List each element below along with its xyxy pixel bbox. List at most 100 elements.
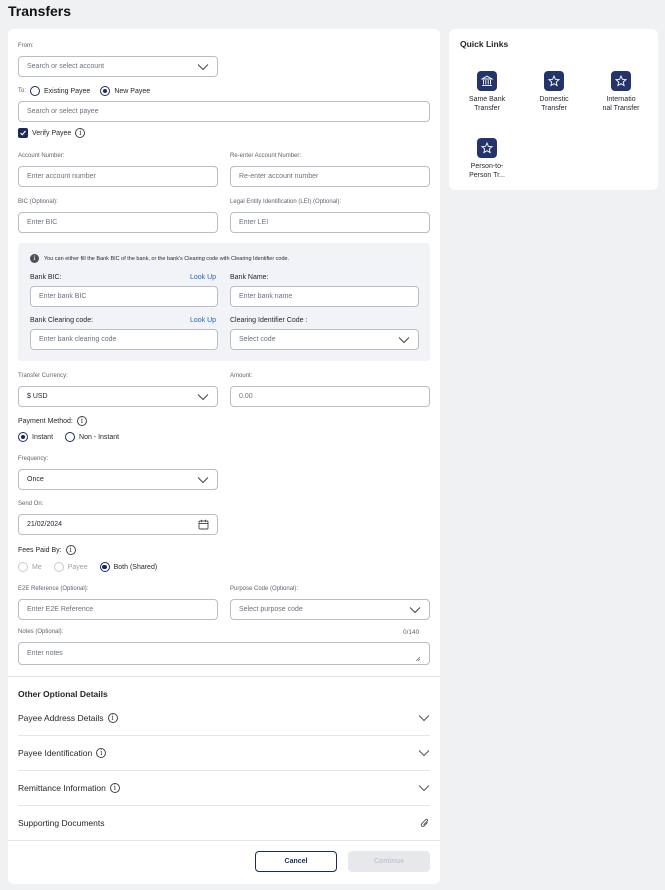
quick-link-label: Same Bank (468, 96, 506, 103)
fee-both-label: Both (Shared) (113, 563, 158, 571)
divider (8, 840, 440, 841)
e2e-label: E2E Reference (Optional): (18, 586, 89, 592)
fee-me-radio[interactable] (18, 562, 28, 572)
existing-payee-radio[interactable] (30, 86, 41, 96)
lei-label: Legal Entity Identification (LEI) (Optio… (230, 199, 342, 205)
to-label: To: (18, 88, 27, 94)
chevron-down-icon (197, 393, 209, 400)
info-icon[interactable]: i (109, 783, 120, 793)
instant-label: Instant (32, 433, 54, 441)
currency-select[interactable]: $ USD (18, 386, 218, 407)
info-icon[interactable]: i (107, 712, 118, 723)
instant-radio[interactable] (18, 432, 28, 442)
reenter-account-input[interactable]: Re-enter account number (230, 166, 430, 187)
verify-payee-row: Verify Payee i (18, 128, 86, 138)
info-icon[interactable]: i (96, 748, 107, 758)
quick-link-label: Person-to- (470, 163, 504, 170)
chevron-down-icon (197, 476, 209, 483)
payee-identification-label: Payee Identification (18, 748, 93, 758)
checkbox-icon (20, 130, 26, 136)
remittance-section[interactable]: Remittance Information i (18, 770, 430, 805)
clearing-code-input[interactable]: Enter bank clearing code (30, 329, 218, 350)
fee-me-label: Me (32, 563, 42, 571)
lei-input[interactable]: Enter LEI (230, 212, 430, 233)
payee-search-input[interactable]: Search or select payee (18, 101, 430, 122)
divider (8, 676, 440, 677)
fee-payee-radio[interactable] (53, 562, 64, 572)
fees-group: Me Payee Both (Shared) (18, 562, 157, 572)
send-on-value: 21/02/2024 (27, 521, 63, 528)
star-icon (611, 71, 631, 91)
info-icon[interactable]: i (76, 416, 87, 426)
bank-bic-placeholder: Enter bank BIC (39, 293, 87, 300)
bank-name-label: Bank Name: (230, 274, 269, 281)
account-number-label: Account Number: (18, 153, 65, 159)
clearing-code-placeholder: Enter bank clearing code (39, 336, 117, 343)
info-icon[interactable]: i (65, 545, 76, 555)
bank-bic-lookup-link[interactable]: Look Up (190, 274, 216, 281)
star-icon (477, 138, 497, 158)
payee-address-label: Payee Address Details (18, 712, 104, 723)
quick-link-label: nal Transfer (602, 105, 640, 112)
payee-address-section[interactable]: Payee Address Details i (18, 700, 430, 735)
quick-link-label: Domestic (539, 96, 569, 103)
quick-link-label: Person Tr... (469, 172, 505, 179)
quick-link-same-bank[interactable]: Same Bank Transfer (459, 71, 515, 113)
resize-handle-icon[interactable] (415, 656, 421, 662)
e2e-input[interactable]: Enter E2E Reference (18, 599, 218, 620)
fee-both-radio[interactable] (99, 562, 110, 572)
payment-method-label-row: Payment Method: i (18, 416, 87, 426)
bank-info-text: You can either fill the Bank BIC of the … (44, 255, 290, 262)
supporting-documents-label: Supporting Documents (18, 818, 105, 828)
bank-bic-label: Bank BIC: (30, 274, 62, 281)
amount-placeholder: 0.00 (239, 393, 253, 400)
from-account-select[interactable]: Search or select account (18, 56, 218, 77)
frequency-select[interactable]: Once (18, 469, 218, 490)
supporting-documents-section[interactable]: Supporting Documents (18, 805, 430, 840)
fees-label-row: Fees Paid By: i (18, 545, 76, 555)
chevron-down-icon (398, 336, 410, 343)
quick-link-domestic[interactable]: Domestic Transfer (526, 71, 582, 113)
payment-method-group: Instant Non - Instant (18, 432, 119, 442)
quick-link-label: Internatio (606, 96, 636, 103)
info-icon: i (30, 254, 39, 263)
account-number-placeholder: Enter account number (27, 173, 96, 180)
bank-name-input[interactable]: Enter bank name (230, 286, 419, 307)
paperclip-icon[interactable] (420, 818, 430, 829)
info-icon[interactable]: i (75, 128, 86, 138)
amount-input[interactable]: 0.00 (230, 386, 430, 407)
notes-textarea[interactable]: Enter notes (18, 642, 430, 665)
chevron-down-icon (418, 750, 430, 757)
cancel-button[interactable]: Cancel (255, 851, 337, 872)
clearing-identifier-select[interactable]: Select code (230, 329, 419, 350)
quick-link-p2p[interactable]: Person-to- Person Tr... (459, 138, 515, 180)
payee-identification-section[interactable]: Payee Identification i (18, 735, 430, 770)
reenter-account-placeholder: Re-enter account number (239, 173, 319, 180)
bic-input[interactable]: Enter BIC (18, 212, 218, 233)
purpose-placeholder: Select purpose code (239, 606, 303, 613)
chevron-down-icon (418, 785, 430, 792)
clearing-code-label: Bank Clearing code: (30, 317, 94, 324)
purpose-select[interactable]: Select purpose code (230, 599, 430, 620)
new-payee-radio[interactable] (100, 86, 111, 96)
purpose-label: Purpose Code (Optional): (230, 586, 299, 592)
bank-details-box: i You can either fill the Bank BIC of th… (18, 243, 430, 361)
frequency-value: Once (27, 476, 44, 483)
page-title: Transfers (8, 3, 72, 19)
continue-button[interactable]: Continue (348, 851, 430, 872)
clearing-lookup-link[interactable]: Look Up (190, 317, 216, 324)
verify-payee-checkbox[interactable] (18, 128, 28, 138)
non-instant-radio[interactable] (65, 432, 76, 442)
optional-details-heading: Other Optional Details (18, 689, 108, 699)
quick-links-card: Quick Links Same Bank Transfer Domestic … (449, 29, 658, 190)
notes-label: Notes (Optional): (18, 629, 64, 635)
fees-label: Fees Paid By: (18, 546, 62, 554)
bank-bic-input[interactable]: Enter bank BIC (30, 286, 218, 307)
chevron-down-icon (418, 714, 430, 721)
quick-link-international[interactable]: Internatio nal Transfer (593, 71, 649, 113)
chevron-down-icon (409, 606, 421, 613)
calendar-icon[interactable] (198, 519, 209, 530)
account-number-input[interactable]: Enter account number (18, 166, 218, 187)
payee-type-group: To: Existing Payee New Payee (18, 86, 150, 96)
send-on-date-input[interactable]: 21/02/2024 (18, 514, 218, 535)
